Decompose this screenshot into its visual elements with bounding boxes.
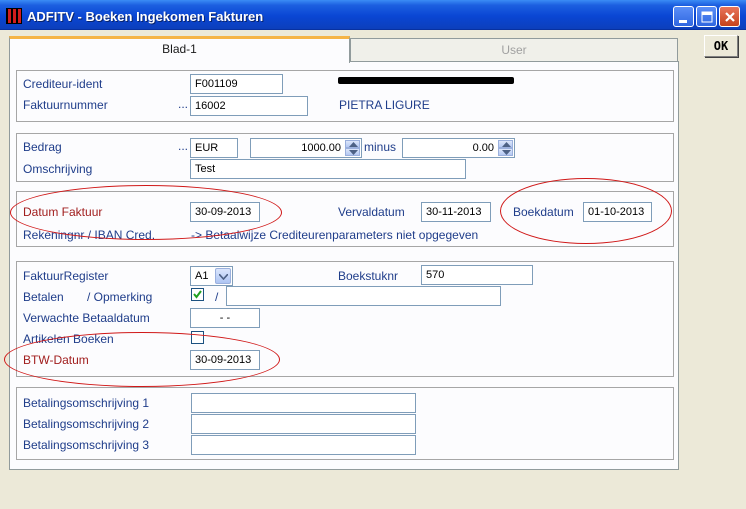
vervaldatum-label: Vervaldatum xyxy=(338,205,405,219)
minimize-icon xyxy=(679,20,687,23)
boekdatum-annotation-ellipse xyxy=(500,178,672,244)
btw-datum-annotation-ellipse xyxy=(4,332,280,387)
currency-field[interactable]: EUR xyxy=(190,138,238,158)
minus-spin-up-button[interactable] xyxy=(498,140,513,148)
opmerking-field[interactable] xyxy=(226,286,501,306)
datum-faktuur-annotation-ellipse xyxy=(10,185,282,240)
tab-user[interactable]: User xyxy=(350,38,678,61)
faktuurregister-label: FaktuurRegister xyxy=(23,269,109,283)
minimize-button[interactable] xyxy=(673,6,694,27)
chevron-down-icon xyxy=(502,150,511,155)
betalen-checkbox[interactable] xyxy=(191,288,204,301)
betalingsomschrijving-1-field[interactable] xyxy=(191,393,416,413)
boekstuknr-field[interactable]: 570 xyxy=(421,265,533,285)
amount-value: 1000.00 xyxy=(301,142,341,154)
vervaldatum-field[interactable]: 30-11-2013 xyxy=(421,202,491,222)
omschrijving-label: Omschrijving xyxy=(23,162,93,176)
amount-spin-down-button[interactable] xyxy=(345,148,360,156)
bedrag-label: Bedrag xyxy=(23,140,62,154)
checkmark-icon xyxy=(193,290,202,299)
chevron-up-icon xyxy=(502,142,511,147)
boekstuknr-label: Boekstuknr xyxy=(338,269,399,283)
faktuurregister-select[interactable]: A1 xyxy=(190,266,233,286)
tab-blad-1[interactable]: Blad-1 xyxy=(9,36,350,63)
faktuurnummer-lookup-ellipsis[interactable]: ... xyxy=(178,97,188,111)
betalen-label: Betalen xyxy=(23,290,64,304)
omschrijving-field[interactable]: Test xyxy=(190,159,466,179)
faktuurregister-value: A1 xyxy=(195,270,209,282)
amount-spinner[interactable] xyxy=(345,140,360,156)
close-button[interactable] xyxy=(719,6,740,27)
currency-lookup-ellipsis[interactable]: ... xyxy=(178,139,188,153)
close-icon xyxy=(725,12,735,22)
chevron-up-icon xyxy=(349,142,358,147)
chevron-down-icon xyxy=(219,274,228,280)
minus-amount-spinner[interactable] xyxy=(498,140,513,156)
app-logo-icon xyxy=(6,8,22,24)
betalingsomschrijving-3-field[interactable] xyxy=(191,435,416,455)
faktuurregister-dropdown-button[interactable] xyxy=(215,268,231,284)
minus-amount-field[interactable]: 0.00 xyxy=(402,138,515,158)
maximize-button[interactable] xyxy=(696,6,717,27)
minus-amount-value: 0.00 xyxy=(472,142,494,154)
minus-spin-down-button[interactable] xyxy=(498,148,513,156)
betalingsomschrijving-3-label: Betalingsomschrijving 3 xyxy=(23,438,150,452)
faktuurnummer-label: Faktuurnummer xyxy=(23,98,108,112)
crediteur-ident-field[interactable]: F001109 xyxy=(190,74,283,94)
crediteur-ident-label: Crediteur-ident xyxy=(23,77,103,91)
title-bar[interactable]: ADFITV - Boeken Ingekomen Fakturen xyxy=(0,0,746,30)
minus-label: minus xyxy=(364,140,397,154)
betalingsomschrijving-1-label: Betalingsomschrijving 1 xyxy=(23,396,150,410)
creditor-name-redacted xyxy=(338,77,514,84)
opmerking-label: / Opmerking xyxy=(87,290,153,304)
betalingsomschrijving-2-field[interactable] xyxy=(191,414,416,434)
window-title: ADFITV - Boeken Ingekomen Fakturen xyxy=(27,9,264,24)
creditor-city: PIETRA LIGURE xyxy=(339,98,430,112)
betalingsomschrijving-2-label: Betalingsomschrijving 2 xyxy=(23,417,150,431)
amount-field[interactable]: 1000.00 xyxy=(250,138,362,158)
verwachte-betaaldatum-field[interactable]: - - xyxy=(190,308,260,328)
faktuurnummer-field[interactable]: 16002 xyxy=(190,96,308,116)
chevron-down-icon xyxy=(349,150,358,155)
ok-button[interactable]: OK xyxy=(704,35,738,57)
verwachte-betaaldatum-label: Verwachte Betaaldatum xyxy=(23,311,150,325)
amount-spin-up-button[interactable] xyxy=(345,140,360,148)
maximize-icon xyxy=(701,11,713,23)
opmerking-slash: / xyxy=(215,290,219,304)
